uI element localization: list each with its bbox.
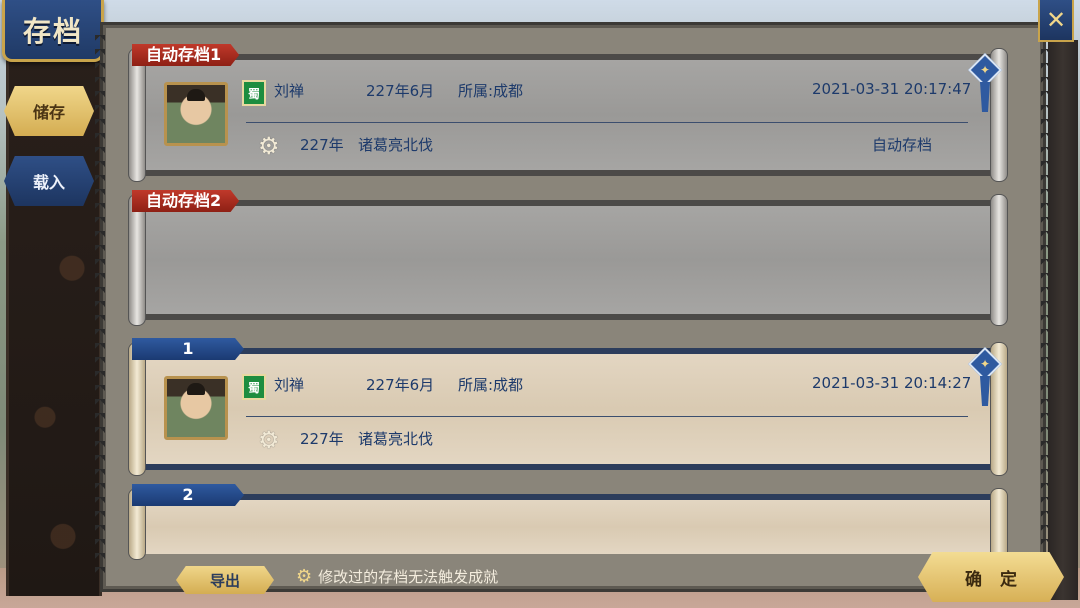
location: 所属:成都	[458, 376, 524, 394]
scroll-rod-right	[990, 194, 1008, 326]
gear-icon: ⚙	[258, 426, 280, 454]
slot-label: 1	[132, 338, 244, 360]
ruler-portrait	[164, 376, 228, 440]
tab-load[interactable]: 载入	[4, 156, 94, 206]
tab-save-label: 储存	[32, 103, 65, 122]
tab-save[interactable]: 储存	[4, 86, 94, 136]
close-button[interactable]: ✕	[1038, 0, 1074, 42]
save-timestamp: 2021-03-31 20:14:27	[812, 374, 972, 392]
bookmark-icon: ✦	[979, 357, 991, 371]
save-slot-1[interactable]: 1 蜀 刘禅 227年6月 所属:成都 2021-03-31 20:14:27 …	[128, 338, 1008, 476]
scroll-paper	[136, 200, 1000, 320]
scroll-rod-left	[128, 194, 146, 326]
title-plaque: 存档	[2, 0, 104, 62]
gear-icon: ⚙	[296, 565, 313, 587]
save-slot-2[interactable]: 2	[128, 484, 1008, 560]
tab-load-label: 载入	[32, 173, 65, 192]
scenario-name: 诸葛亮北伐	[358, 136, 434, 154]
notice-text: 修改过的存档无法触发成就	[318, 567, 499, 586]
ruler-name: 刘禅	[274, 82, 305, 100]
scenario-year: 227年	[300, 136, 344, 154]
ruler-portrait	[164, 82, 228, 146]
game-date: 227年6月	[366, 82, 435, 100]
faction-flag-icon: 蜀	[242, 80, 266, 106]
scroll-rod-left	[128, 342, 146, 476]
bookmark-badge: ✦	[968, 346, 1002, 408]
scenario-year: 227年	[300, 430, 344, 448]
gear-icon: ⚙	[258, 132, 280, 160]
faction-flag-icon: 蜀	[242, 374, 266, 400]
bookmark-badge: ✦	[968, 52, 1002, 114]
scroll-paper	[136, 494, 1000, 554]
page-title: 存档	[22, 14, 83, 48]
scroll-rod-left	[128, 48, 146, 182]
scroll-rod-right	[990, 488, 1008, 560]
save-slot-auto-2[interactable]: 自动存档2	[128, 190, 1008, 326]
game-date: 227年6月	[366, 376, 435, 394]
export-label: 导出	[209, 571, 240, 590]
slot-label: 自动存档2	[132, 190, 240, 212]
ruler-name: 刘禅	[274, 376, 305, 394]
location: 所属:成都	[458, 82, 524, 100]
divider	[246, 122, 968, 123]
confirm-label: 确定	[965, 569, 1035, 590]
bookmark-icon: ✦	[979, 63, 991, 77]
achievement-notice: ⚙ 修改过的存档无法触发成就	[296, 563, 498, 589]
slot-label: 自动存档1	[132, 44, 240, 66]
divider	[246, 416, 968, 417]
close-icon: ✕	[1045, 6, 1067, 34]
confirm-button[interactable]: 确定	[918, 552, 1064, 602]
save-timestamp: 2021-03-31 20:17:47	[812, 80, 972, 98]
save-slot-auto-1[interactable]: 自动存档1 蜀 刘禅 227年6月 所属:成都 2021-03-31 20:17…	[128, 44, 1008, 182]
slot-label: 2	[132, 484, 244, 506]
export-button[interactable]: 导出	[176, 566, 274, 594]
scenario-name: 诸葛亮北伐	[358, 430, 434, 448]
save-type: 自动存档	[872, 136, 933, 154]
right-rail	[1048, 40, 1078, 600]
